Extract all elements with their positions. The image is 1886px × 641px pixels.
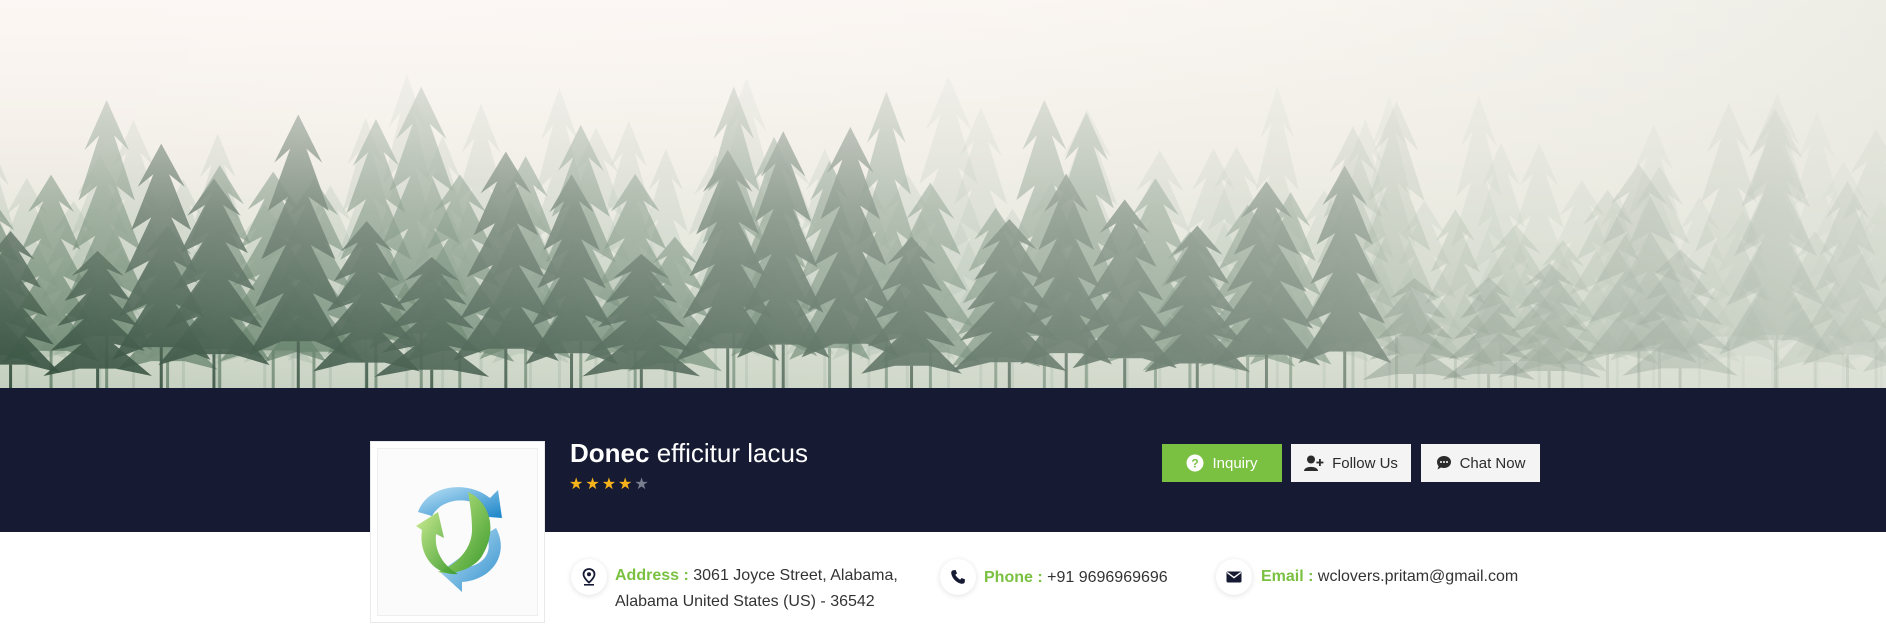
email-label: Email : xyxy=(1261,568,1314,585)
store-logo xyxy=(371,442,544,622)
map-pin-icon xyxy=(571,559,607,595)
follow-us-button[interactable]: Follow Us xyxy=(1291,444,1411,482)
store-banner-image xyxy=(0,0,1886,388)
question-circle-icon: ? xyxy=(1186,454,1204,472)
address-line1: 3061 Joyce Street, Alabama, xyxy=(693,567,898,584)
address-line2: Alabama United States (US) - 36542 xyxy=(615,593,875,610)
svg-text:?: ? xyxy=(1192,457,1199,471)
envelope-icon xyxy=(1216,559,1252,595)
address-label: Address : xyxy=(615,567,689,584)
chat-bubble-icon xyxy=(1436,456,1451,470)
phone-label: Phone : xyxy=(984,569,1043,586)
phone-icon xyxy=(940,559,976,595)
phone-value[interactable]: +91 9696969696 xyxy=(1047,569,1168,586)
forest-fog-illustration xyxy=(0,0,1886,388)
chat-now-button-label: Chat Now xyxy=(1459,454,1526,472)
star-filled-icon: ★ xyxy=(601,474,617,493)
follow-us-button-label: Follow Us xyxy=(1332,454,1398,472)
company-name-rest: efficitur lacus xyxy=(649,438,808,468)
email-value[interactable]: wclovers.pritam@gmail.com xyxy=(1318,568,1518,585)
star-empty-icon: ★ xyxy=(634,474,649,493)
star-filled-icon: ★ xyxy=(569,474,584,493)
user-plus-icon xyxy=(1304,455,1324,471)
store-header: Donec efficitur lacus ★ ★ ★ ★ ★ ? Inquiry Fo… xyxy=(0,0,1886,641)
inquiry-button-label: Inquiry xyxy=(1212,454,1258,472)
company-name: Donec efficitur lacus xyxy=(570,436,808,470)
star-rating: ★ ★ ★ ★ ★ xyxy=(569,475,649,493)
inquiry-button[interactable]: ? Inquiry xyxy=(1162,444,1282,482)
company-name-bold: Donec xyxy=(570,438,650,468)
profile-info-strip xyxy=(0,388,1886,532)
star-filled-icon: ★ xyxy=(618,474,633,493)
star-filled-icon: ★ xyxy=(585,474,600,493)
chat-now-button[interactable]: Chat Now xyxy=(1421,444,1540,482)
logo-triangle-arrows-icon xyxy=(415,487,502,592)
